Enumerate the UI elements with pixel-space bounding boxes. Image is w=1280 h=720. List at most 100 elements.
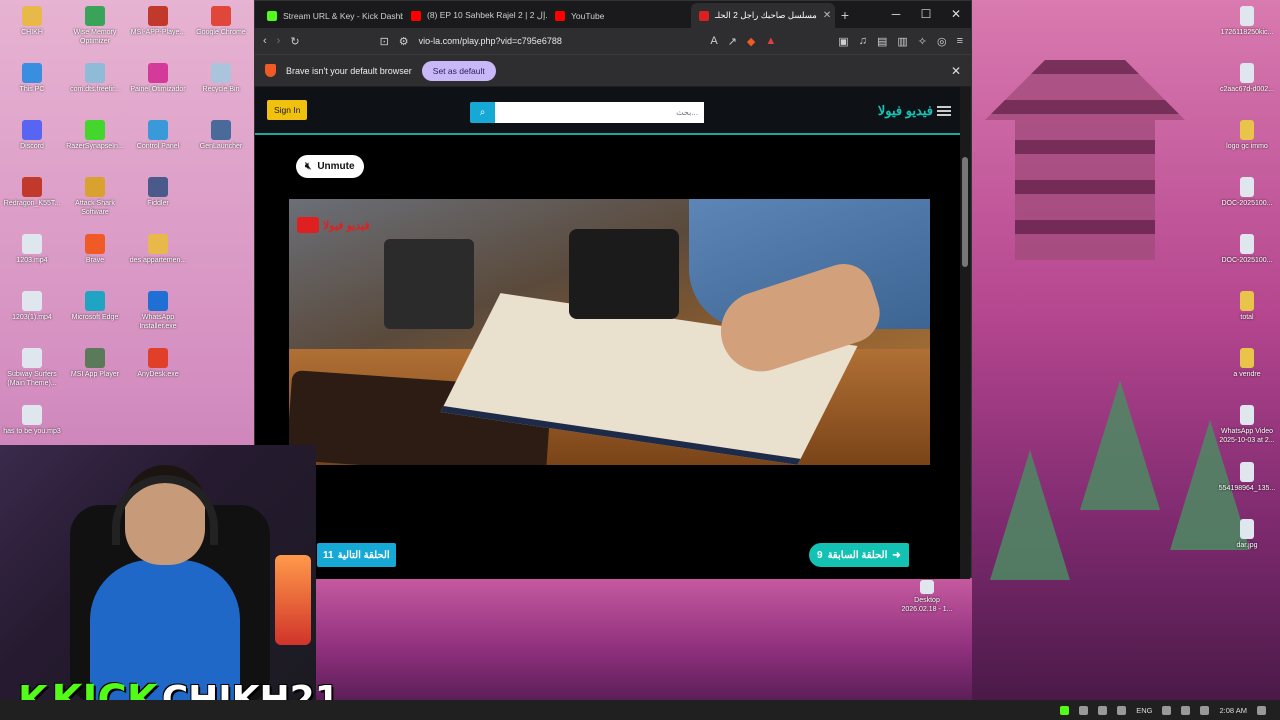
- desktop-icon[interactable]: This PC: [1, 63, 63, 94]
- app-icon: [148, 63, 168, 83]
- address-bar: ‹ › ↻ ⊡ ⚙ vio-la.com/play.php?vid=c795e6…: [255, 28, 971, 54]
- page-scrollbar[interactable]: [960, 87, 970, 579]
- vpn-icon[interactable]: ◎: [937, 35, 947, 48]
- desktop-icon[interactable]: com.dts.freefir...: [64, 63, 126, 94]
- next-episode-button[interactable]: الحلقة التالية 11: [317, 543, 396, 567]
- desktop-icon[interactable]: Painel Otimizador: [127, 63, 189, 94]
- set-as-default-button[interactable]: Set as default: [421, 60, 496, 81]
- close-tab-icon[interactable]: ✕: [823, 10, 831, 21]
- desktop-icon[interactable]: Control Panel: [127, 120, 189, 151]
- desktop-icon[interactable]: dar.jpg: [1216, 519, 1278, 550]
- desktop-icon[interactable]: Microsoft Edge: [64, 291, 126, 322]
- desktop-icon[interactable]: Redragon_K55T...: [1, 177, 63, 208]
- desktop-icon[interactable]: WhatsApp Installer.exe: [127, 291, 189, 331]
- desktop-icon[interactable]: a vendre: [1216, 348, 1278, 379]
- desktop-icon[interactable]: 1203(1).mp4: [1, 291, 63, 322]
- desktop-icon[interactable]: CHIKH: [1, 6, 63, 37]
- desktop-icon-label: Brave: [85, 257, 105, 264]
- brave-rewards-icon[interactable]: ▲: [765, 35, 776, 47]
- desktop-icon[interactable]: DOC-2025100...: [1216, 234, 1278, 265]
- network-icon[interactable]: [1079, 705, 1089, 715]
- desktop-icon-desktop-folder[interactable]: Desktop 2026.02.18 - 1...: [896, 580, 958, 614]
- desktop-icon[interactable]: Brave: [64, 234, 126, 265]
- desktop-icon[interactable]: Fiddler: [127, 177, 189, 208]
- default-browser-infobar: Brave isn't your default browser Set as …: [255, 54, 971, 86]
- volume-icon[interactable]: [1117, 705, 1127, 715]
- wallet-icon[interactable]: ▥: [897, 35, 907, 48]
- desktop-icon[interactable]: Subway Surfers (Main Theme)...: [1, 348, 63, 388]
- desktop-icon[interactable]: WhatsApp Video 2025-10-03 at 2...: [1216, 405, 1278, 445]
- language-indicator[interactable]: ENG: [1136, 706, 1152, 715]
- desktop-icon[interactable]: 1726118250kic...: [1216, 6, 1278, 37]
- desktop-icon[interactable]: 554198964_135...: [1216, 462, 1278, 493]
- tab-kick-dashboard[interactable]: Stream URL & Key - Kick Dashb...: [259, 3, 403, 28]
- tab-youtube-episode[interactable]: (8) EP 10 Sahbek Rajel 2 | 2 إل...: [403, 3, 547, 28]
- desktop-icon[interactable]: GenLauncher: [190, 120, 252, 151]
- wifi-icon[interactable]: [1162, 705, 1172, 715]
- file-icon: [1240, 234, 1254, 254]
- desktop-icon[interactable]: logo gc immo: [1216, 120, 1278, 151]
- desktop-icon[interactable]: c2aac67d-d002...: [1216, 63, 1278, 94]
- app-icon: [148, 6, 168, 26]
- kick-tray-icon[interactable]: [1060, 705, 1070, 715]
- bookmark-icon[interactable]: ⊡: [380, 35, 389, 48]
- translate-icon[interactable]: A: [710, 35, 717, 47]
- desktop-icon[interactable]: AnyDesk.exe: [127, 348, 189, 379]
- search-input[interactable]: [495, 102, 704, 123]
- desktop-icon[interactable]: RazerSynapseIn...: [64, 120, 126, 151]
- new-tab-button[interactable]: +: [835, 3, 855, 28]
- desktop-icon[interactable]: Google Chrome: [190, 6, 252, 37]
- video-stamp-machine: [384, 239, 474, 329]
- desktop-icon-label: total: [1240, 314, 1254, 321]
- desktop-icon[interactable]: Wise Memory Optimizer: [64, 6, 126, 46]
- media-icon[interactable]: ♫: [859, 35, 867, 47]
- scrollbar-thumb[interactable]: [962, 157, 968, 267]
- maximize-button[interactable]: ☐: [911, 1, 941, 28]
- microphone-icon[interactable]: [1098, 705, 1108, 715]
- desktop-icon[interactable]: MSI-APP-Playe...: [127, 6, 189, 37]
- close-window-button[interactable]: ✕: [941, 1, 971, 28]
- desktop-icon-label: DOC-2025100...: [1221, 257, 1273, 264]
- minimize-button[interactable]: ─: [881, 1, 911, 28]
- extensions-icon[interactable]: ✧: [918, 35, 927, 48]
- speaker-icon[interactable]: [1181, 705, 1191, 715]
- desktop-icon[interactable]: des appartemen...: [127, 234, 189, 265]
- tab-youtube[interactable]: YouTube: [547, 3, 691, 28]
- site-info-icon[interactable]: ⚙: [399, 35, 409, 48]
- url-field[interactable]: vio-la.com/play.php?vid=c795e6788: [419, 36, 701, 46]
- desktop-icon[interactable]: total: [1216, 291, 1278, 322]
- menu-icon[interactable]: ≡: [957, 35, 963, 47]
- desktop-icon[interactable]: has to be you.mp3: [1, 405, 63, 436]
- desktop-icon-label: logo gc immo: [1226, 143, 1268, 150]
- desktop-icon[interactable]: 1203.mp4: [1, 234, 63, 265]
- desktop-icon[interactable]: MSI App Player: [64, 348, 126, 379]
- sign-in-button[interactable]: Sign In: [267, 100, 308, 120]
- reload-icon[interactable]: ↻: [290, 35, 299, 48]
- share-icon[interactable]: ↗: [728, 35, 737, 48]
- site-header: Sign In ⌕ فيديو فيولا: [255, 87, 961, 135]
- desktop-icon[interactable]: DOC-2025100...: [1216, 177, 1278, 208]
- hamburger-menu-icon[interactable]: [937, 106, 951, 116]
- tab-violа-series[interactable]: مسلسل صاحبك راجل 2 الحلـ ✕: [691, 3, 835, 28]
- unmute-button[interactable]: 🔇︎ Unmute: [296, 155, 364, 178]
- desktop-icon-label: Painel Otimizador: [130, 86, 186, 93]
- clock[interactable]: 2:08 AM: [1219, 706, 1247, 715]
- battery-icon[interactable]: [1200, 705, 1210, 715]
- desktop-icon[interactable]: Discord: [1, 120, 63, 151]
- app-icon: [85, 63, 105, 83]
- reader-icon[interactable]: ▤: [877, 35, 887, 48]
- site-logo[interactable]: فيديو فيولا: [878, 103, 933, 119]
- file-icon: [1240, 6, 1254, 26]
- forward-icon[interactable]: ›: [277, 35, 281, 47]
- close-infobar-icon[interactable]: ✕: [951, 64, 961, 78]
- back-icon[interactable]: ‹: [263, 35, 267, 47]
- video-player[interactable]: فيديو فيولا: [289, 199, 930, 465]
- previous-episode-button[interactable]: ➜ الحلقة السابقة 9: [809, 543, 909, 567]
- brave-shields-icon[interactable]: ◆: [747, 35, 755, 48]
- search-icon[interactable]: ⌕: [470, 102, 495, 123]
- desktop-icon[interactable]: Recycle Bin: [190, 63, 252, 94]
- notifications-icon[interactable]: [1257, 705, 1266, 715]
- sidebar-icon[interactable]: ▣: [838, 35, 848, 48]
- file-icon: [1240, 120, 1254, 140]
- desktop-icon[interactable]: Attack Shark Software: [64, 177, 126, 217]
